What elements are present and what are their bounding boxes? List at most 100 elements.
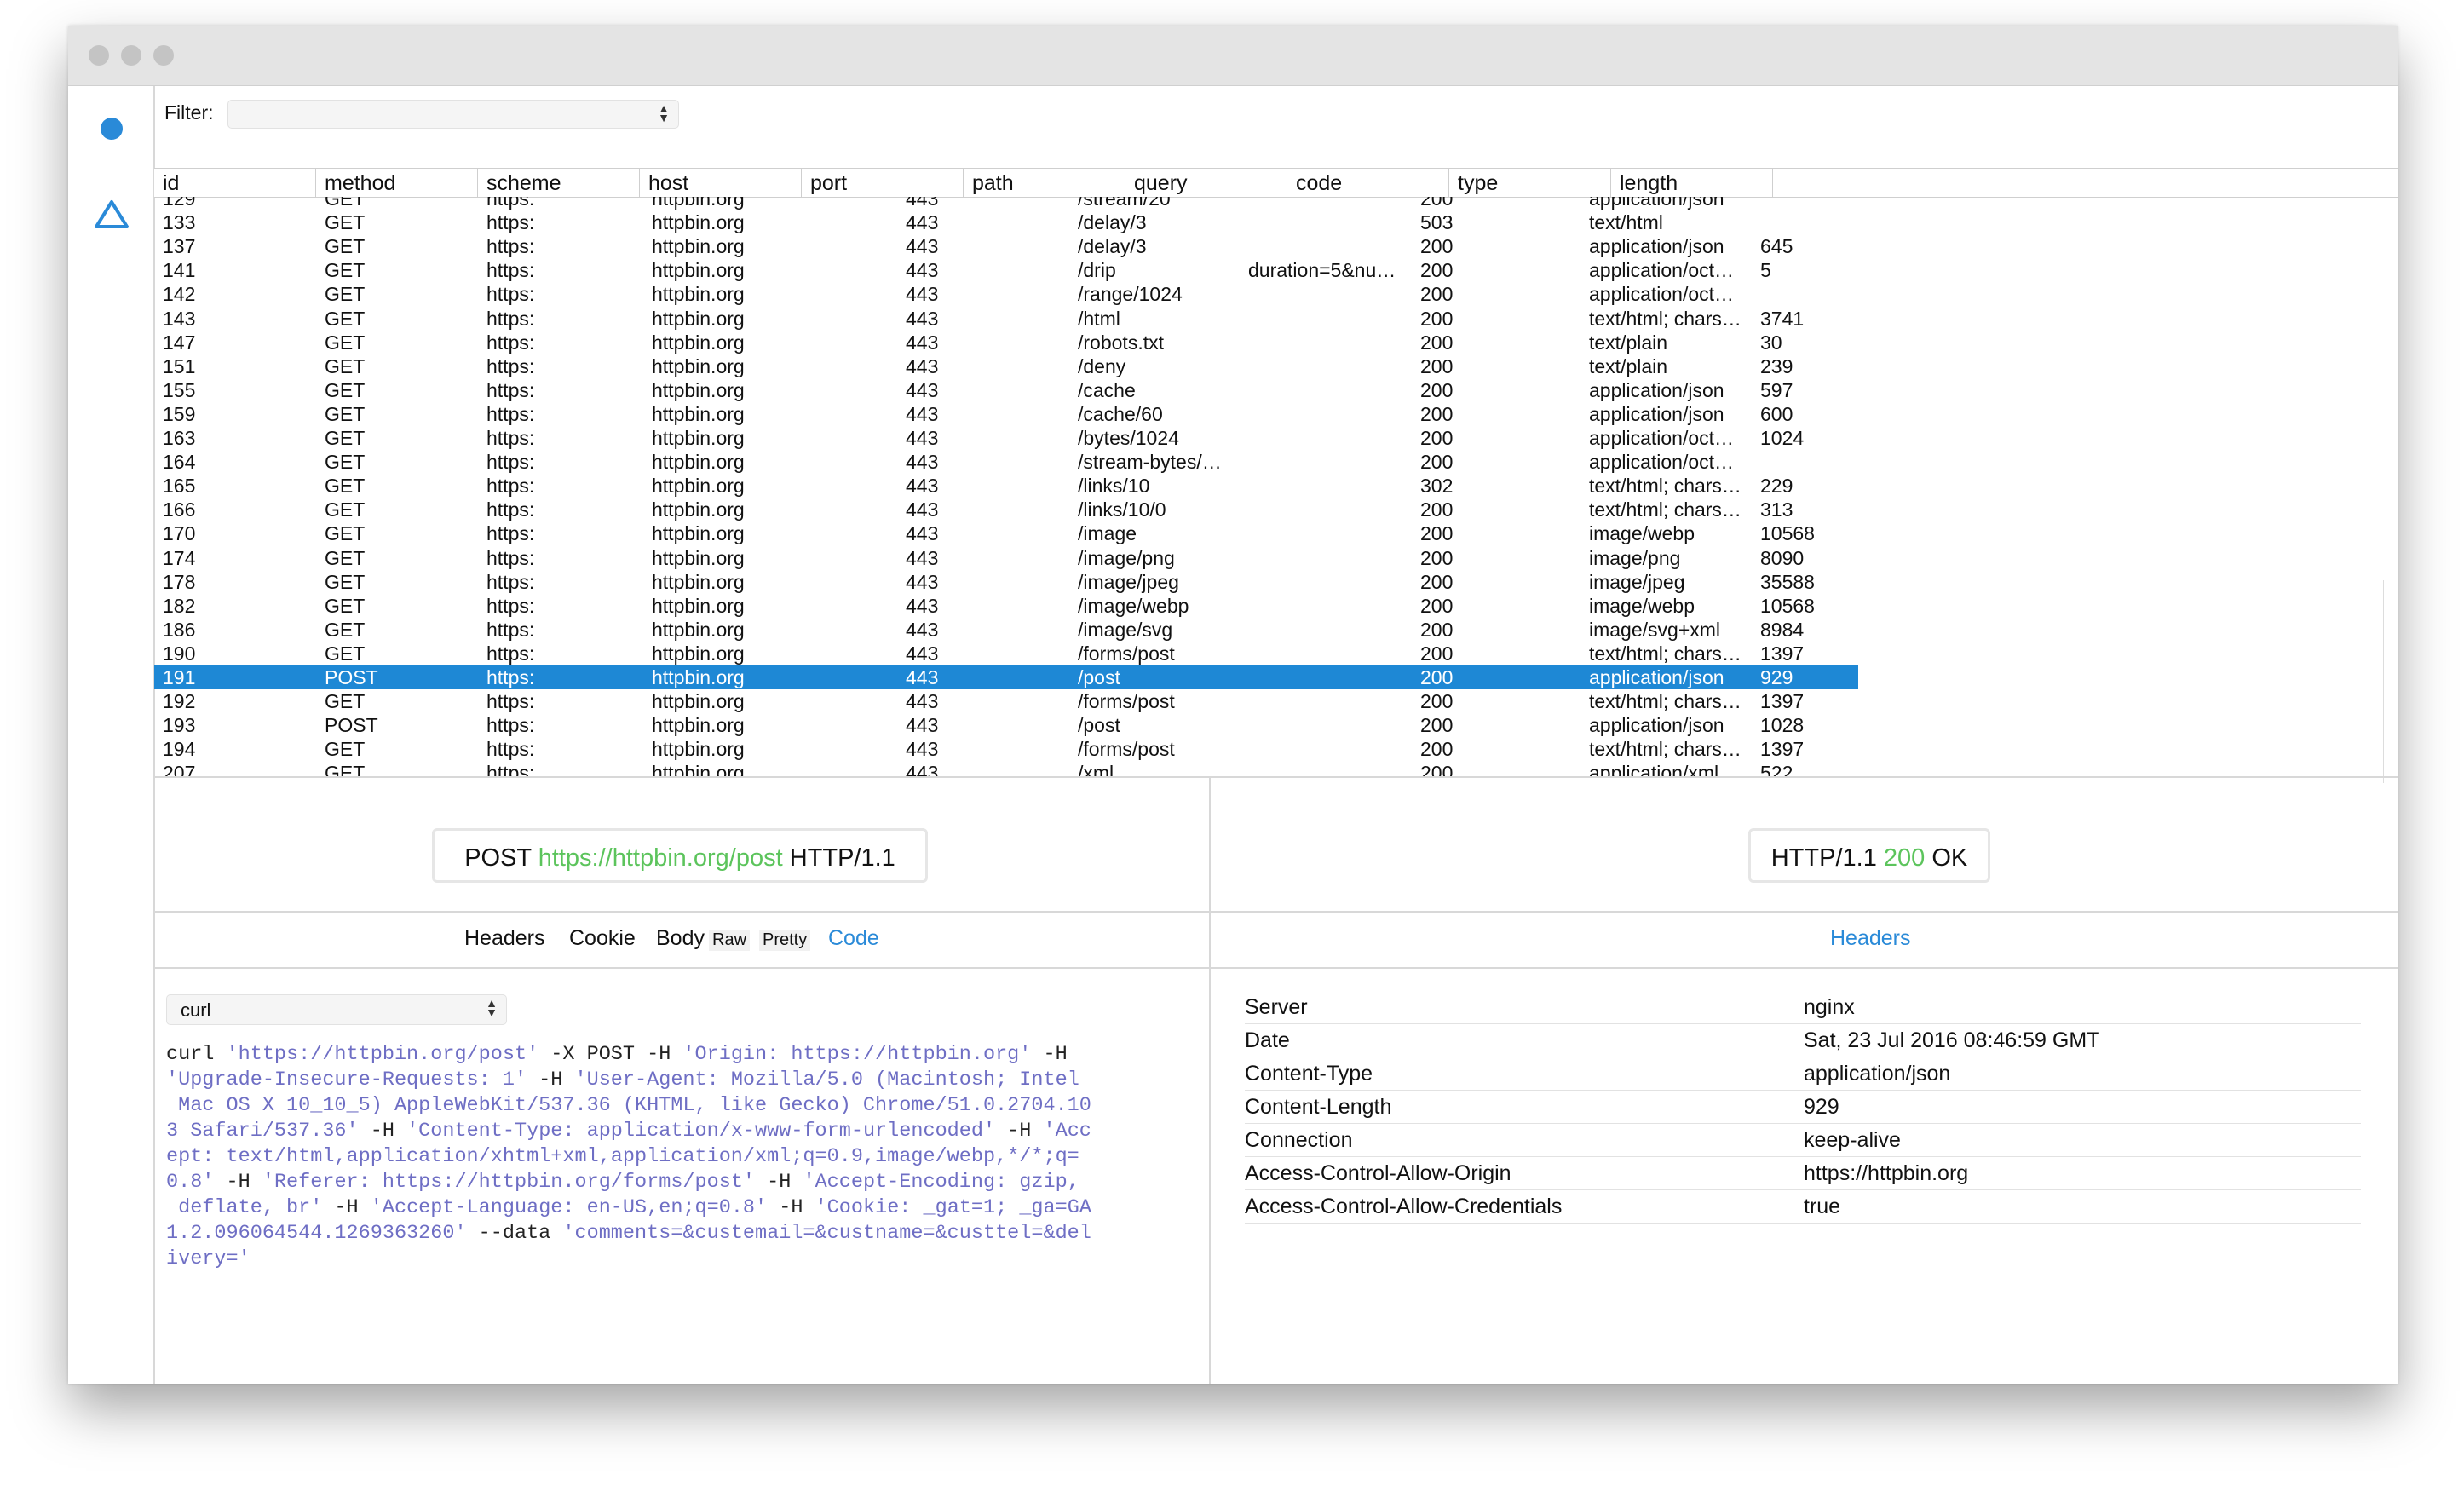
table-row[interactable]: 174 GET https: httpbin.org 443/image/png 200 i…	[154, 546, 1858, 570]
column-header-query[interactable]: query	[1125, 169, 1287, 197]
filter-select[interactable]: ▲ ▼	[227, 100, 679, 129]
table-row[interactable]: 166 GET https: httpbin.org 443/links/10/0 200…	[154, 498, 1858, 521]
code-snippet[interactable]: curl 'https://httpbin.org/post' -X POST …	[166, 1042, 1194, 1272]
table-row[interactable]: 143 GET https: httpbin.org 443/html 200 text/h…	[154, 307, 1858, 331]
cell-length: 10568	[1760, 594, 1815, 617]
response-version: HTTP/1.1	[1770, 844, 1877, 872]
request-table[interactable]: 129 GET https: httpbin.org 443/stream/20 200 a…	[154, 197, 1858, 776]
table-row[interactable]: 170 GET https: httpbin.org 443/image 200 image…	[154, 521, 1858, 545]
request-url[interactable]: https://httpbin.org/post	[538, 844, 783, 872]
cell-code: 200	[1420, 714, 1454, 737]
response-tab-headers[interactable]: Headers	[1830, 926, 1911, 951]
table-row[interactable]: 207 GET https: httpbin.org 443/xml 200 applica…	[154, 761, 1858, 776]
code-token: -H	[995, 1120, 1044, 1143]
code-language-select[interactable]: curl ▲ ▼	[166, 994, 507, 1025]
cell-length: 313	[1760, 498, 1793, 521]
split-divider[interactable]	[1209, 776, 1211, 1384]
table-row[interactable]: 178 GET https: httpbin.org 443/image/jpeg 200…	[154, 570, 1858, 594]
triangle-icon[interactable]	[94, 199, 130, 229]
tab-cookie[interactable]: Cookie	[569, 926, 636, 951]
cell-method: GET	[325, 331, 366, 354]
table-row[interactable]: 155 GET https: httpbin.org 443/cache 200 appli…	[154, 378, 1858, 402]
cell-port: 443	[906, 235, 939, 258]
cell-code: 200	[1420, 546, 1454, 569]
column-header-length[interactable]: length	[1611, 169, 1773, 197]
cell-id: 166	[163, 498, 196, 521]
cell-port: 443	[906, 475, 939, 498]
table-row[interactable]: 163 GET https: httpbin.org 443/bytes/1024 200…	[154, 426, 1858, 450]
minimize-window-button[interactable]	[121, 45, 141, 66]
column-header-method[interactable]: method	[316, 169, 478, 197]
table-row[interactable]: 147 GET https: httpbin.org 443/robots.txt 200…	[154, 331, 1858, 354]
cell-type: application/json	[1589, 402, 1724, 425]
table-row[interactable]: 164 GET https: httpbin.org 443/stream-bytes/…	[154, 450, 1858, 474]
cell-host: httpbin.org	[652, 714, 745, 737]
column-header-type[interactable]: type	[1449, 169, 1611, 197]
header-row: Access-Control-Allow-Credentials true	[1245, 1190, 2361, 1224]
cell-port: 443	[906, 451, 939, 474]
cell-scheme: https:	[486, 378, 535, 401]
cell-path: /cache	[1078, 378, 1136, 401]
table-row[interactable]: 190 GET https: httpbin.org 443/forms/post 200…	[154, 642, 1858, 665]
table-row[interactable]: 165 GET https: httpbin.org 443/links/10 302 te…	[154, 474, 1858, 498]
cell-path: /robots.txt	[1078, 331, 1164, 354]
cell-scheme: https:	[486, 235, 535, 258]
column-header-path[interactable]: path	[964, 169, 1125, 197]
table-scrollbar[interactable]	[2383, 580, 2396, 783]
table-row[interactable]: 141 GET https: httpbin.org 443/drip duration=…	[154, 258, 1858, 282]
tab-body[interactable]: Body	[656, 926, 705, 951]
cell-code: 200	[1420, 618, 1454, 641]
code-string: 'Referer: https://httpbin.org/forms/post…	[262, 1171, 756, 1194]
cell-id: 178	[163, 570, 196, 593]
cell-type: text/html; chars…	[1589, 307, 1741, 330]
code-token: -H	[527, 1068, 575, 1091]
table-row[interactable]: 137 GET https: httpbin.org 443/delay/3 200 app…	[154, 234, 1858, 258]
table-row[interactable]: 193 POST https: httpbin.org 443/post 200 appli…	[154, 713, 1858, 737]
cell-host: httpbin.org	[652, 197, 745, 210]
table-row-selected[interactable]: 191 POST https: httpbin.org 443/post 200 appli…	[154, 665, 1858, 689]
zoom-window-button[interactable]	[153, 45, 174, 66]
cell-id: 163	[163, 427, 196, 449]
close-window-button[interactable]	[89, 45, 109, 66]
column-header-id[interactable]: id	[154, 169, 316, 197]
column-header-scheme[interactable]: scheme	[478, 169, 640, 197]
code-token: -X POST -H	[538, 1043, 683, 1066]
table-row[interactable]: 129 GET https: httpbin.org 443/stream/20 200 a…	[154, 197, 1858, 210]
cell-code: 200	[1420, 451, 1454, 474]
tab-body-raw[interactable]: Raw	[709, 930, 751, 951]
column-header-host[interactable]: host	[640, 169, 802, 197]
cell-path: /stream-bytes/…	[1078, 451, 1222, 474]
code-token: -H	[755, 1171, 803, 1194]
table-row[interactable]: 182 GET https: httpbin.org 443/image/webp 200…	[154, 594, 1858, 618]
cell-query: duration=5&nu…	[1248, 259, 1396, 282]
table-row[interactable]: 159 GET https: httpbin.org 443/cache/60 200 ap…	[154, 402, 1858, 426]
table-row[interactable]: 194 GET https: httpbin.org 443/forms/post 200…	[154, 737, 1858, 761]
tab-code[interactable]: Code	[828, 926, 879, 951]
cell-length: 645	[1760, 235, 1793, 258]
cell-id: 133	[163, 211, 196, 234]
record-dot-icon[interactable]	[101, 118, 123, 140]
cell-code: 200	[1420, 522, 1454, 545]
table-row[interactable]: 192 GET https: httpbin.org 443/forms/post 200…	[154, 689, 1858, 713]
cell-id: 193	[163, 714, 196, 737]
tab-headers[interactable]: Headers	[464, 926, 545, 951]
cell-code: 200	[1420, 762, 1454, 776]
table-row[interactable]: 133 GET https: httpbin.org 443/delay/3 503 tex…	[154, 210, 1858, 234]
cell-path: /post	[1078, 666, 1120, 688]
table-row[interactable]: 151 GET https: httpbin.org 443/deny 200 text/p…	[154, 354, 1858, 378]
cell-scheme: https:	[486, 570, 535, 593]
cell-scheme: https:	[486, 594, 535, 617]
column-header-port[interactable]: port	[802, 169, 964, 197]
cell-id: 182	[163, 594, 196, 617]
table-row[interactable]: 186 GET https: httpbin.org 443/image/svg 200 i…	[154, 618, 1858, 642]
main-panel: Filter: ▲ ▼ id method scheme host port path que…	[154, 86, 2398, 1384]
tab-body-pretty[interactable]: Pretty	[759, 930, 811, 951]
cell-method: GET	[325, 475, 366, 498]
cell-code: 200	[1420, 738, 1454, 761]
divider	[154, 776, 2398, 778]
header-value: nginx	[1804, 995, 1855, 1019]
column-header-code[interactable]: code	[1287, 169, 1449, 197]
cell-method: GET	[325, 307, 366, 330]
table-row[interactable]: 142 GET https: httpbin.org 443/range/1024 200…	[154, 282, 1858, 306]
cell-id: 174	[163, 546, 196, 569]
